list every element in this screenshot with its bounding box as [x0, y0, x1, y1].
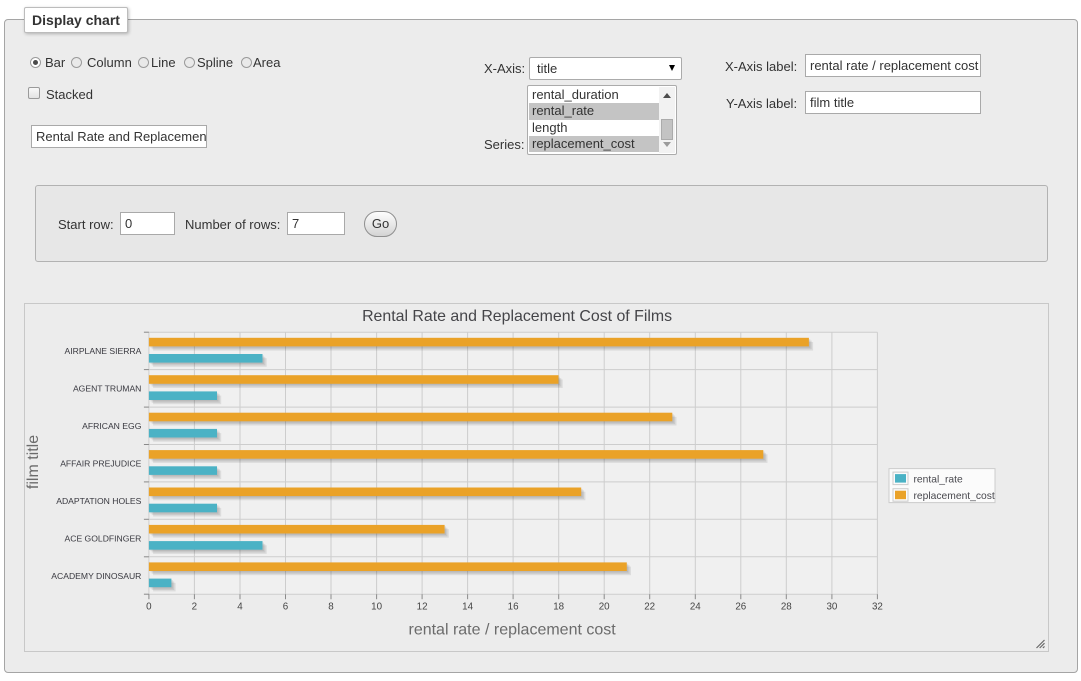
svg-text:AFFAIR PREJUDICE: AFFAIR PREJUDICE — [60, 459, 141, 469]
svg-text:6: 6 — [283, 602, 289, 613]
svg-text:AFRICAN EGG: AFRICAN EGG — [82, 421, 142, 431]
svg-text:ADAPTATION HOLES: ADAPTATION HOLES — [56, 496, 141, 506]
svg-text:4: 4 — [237, 602, 243, 613]
svg-text:22: 22 — [644, 602, 655, 613]
svg-text:16: 16 — [508, 602, 519, 613]
svg-text:8: 8 — [328, 602, 334, 613]
svg-text:24: 24 — [690, 602, 701, 613]
svg-text:rental_rate: rental_rate — [914, 474, 964, 485]
svg-text:28: 28 — [781, 602, 792, 613]
svg-text:2: 2 — [192, 602, 197, 613]
svg-text:replacement_cost: replacement_cost — [914, 491, 995, 502]
svg-text:20: 20 — [599, 602, 610, 613]
svg-text:0: 0 — [146, 602, 152, 613]
svg-text:rental rate / replacement cost: rental rate / replacement cost — [408, 622, 616, 639]
svg-text:26: 26 — [735, 602, 746, 613]
svg-text:Rental Rate and Replacement Co: Rental Rate and Replacement Cost of Film… — [362, 308, 672, 325]
svg-text:12: 12 — [417, 602, 428, 613]
svg-text:AIRPLANE SIERRA: AIRPLANE SIERRA — [65, 346, 142, 356]
svg-text:18: 18 — [553, 602, 564, 613]
svg-text:film title: film title — [25, 435, 42, 489]
svg-text:32: 32 — [872, 602, 883, 613]
svg-text:14: 14 — [462, 602, 473, 613]
svg-text:AGENT TRUMAN: AGENT TRUMAN — [73, 384, 141, 394]
svg-text:ACADEMY DINOSAUR: ACADEMY DINOSAUR — [51, 571, 141, 581]
svg-text:ACE GOLDFINGER: ACE GOLDFINGER — [65, 533, 142, 543]
svg-text:30: 30 — [826, 602, 837, 613]
svg-text:10: 10 — [371, 602, 382, 613]
